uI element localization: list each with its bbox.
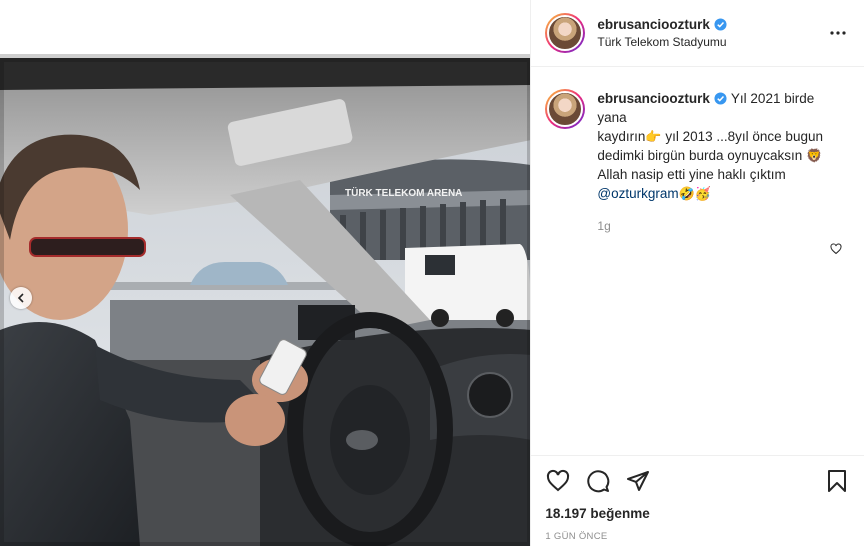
caption-text-line3: dedimki birgün burda oynuycaksın: [597, 148, 803, 163]
bookmark-icon: [828, 470, 847, 492]
share-icon: [627, 471, 650, 491]
car-interior-photo: TÜRK TELEKOM ARENA: [0, 0, 531, 546]
caption-line-3: dedimki birgün burda oynuycaksın 🦁: [597, 146, 837, 165]
action-row: [545, 468, 850, 494]
instagram-post: TÜRK TELEKOM ARENA ebrusancioozturk Türk…: [0, 0, 864, 546]
lion-emoji: 🦁: [806, 148, 823, 163]
share-button[interactable]: [625, 468, 651, 494]
caption-body: ebrusancioozturk Yıl 2021 birde yana kayd…: [597, 89, 837, 236]
caption-username[interactable]: ebrusancioozturk: [597, 91, 710, 106]
pointing-hand-emoji: 👉: [645, 129, 662, 144]
username-row: ebrusancioozturk: [597, 17, 826, 32]
likes-count[interactable]: 18.197 beğenme: [545, 506, 850, 521]
author-info: ebrusancioozturk Türk Telekom Stadyumu: [597, 17, 826, 49]
author-username[interactable]: ebrusancioozturk: [597, 17, 710, 32]
post-header: ebrusancioozturk Türk Telekom Stadyumu: [531, 0, 864, 67]
caption-text-line2-rest: yıl 2013 ...8yıl önce bugun: [661, 129, 823, 144]
chevron-left-icon: [17, 293, 24, 303]
caption-line-2: kaydırın👉 yıl 2013 ...8yıl önce bugun: [597, 127, 837, 146]
laughing-party-emoji: 🤣🥳: [678, 186, 711, 201]
caption-line-5: @ozturkgram🤣🥳: [597, 184, 837, 203]
caption-time-ago[interactable]: 1g: [597, 217, 837, 236]
heart-icon: [547, 469, 570, 492]
avatar-image: [547, 91, 584, 127]
post-actions: 18.197 beğenme 1 GÜN ÖNCE: [531, 455, 864, 542]
save-button[interactable]: [824, 468, 850, 494]
stadium-sign-text: TÜRK TELEKOM ARENA: [345, 186, 462, 199]
verified-badge-icon: [714, 18, 727, 31]
caption-line-1: ebrusancioozturk Yıl 2021 birde yana: [597, 89, 837, 127]
verified-badge-icon: [714, 92, 727, 105]
post-caption: ebrusancioozturk Yıl 2021 birde yana kayd…: [531, 67, 864, 236]
author-avatar[interactable]: [545, 13, 586, 53]
caption-author-avatar[interactable]: [545, 89, 586, 129]
post-date[interactable]: 1 GÜN ÖNCE: [545, 531, 850, 542]
mention-link[interactable]: @ozturkgram: [597, 186, 678, 201]
avatar-image: [547, 15, 584, 51]
post-side-panel: ebrusancioozturk Türk Telekom Stadyumu e…: [530, 0, 864, 546]
caption-line-4: Allah nasip etti yine haklı çıktım: [597, 167, 786, 182]
more-dots-icon: [830, 31, 846, 35]
comment-icon: [587, 470, 610, 493]
like-button[interactable]: [545, 468, 571, 494]
more-options-button[interactable]: [826, 21, 850, 45]
post-location[interactable]: Türk Telekom Stadyumu: [597, 35, 826, 49]
carousel-prev-button[interactable]: [10, 287, 32, 309]
heart-icon[interactable]: [830, 243, 842, 255]
caption-text-line2: kaydırın: [597, 129, 646, 144]
post-photo[interactable]: TÜRK TELEKOM ARENA: [0, 0, 531, 546]
comment-button[interactable]: [585, 468, 611, 494]
